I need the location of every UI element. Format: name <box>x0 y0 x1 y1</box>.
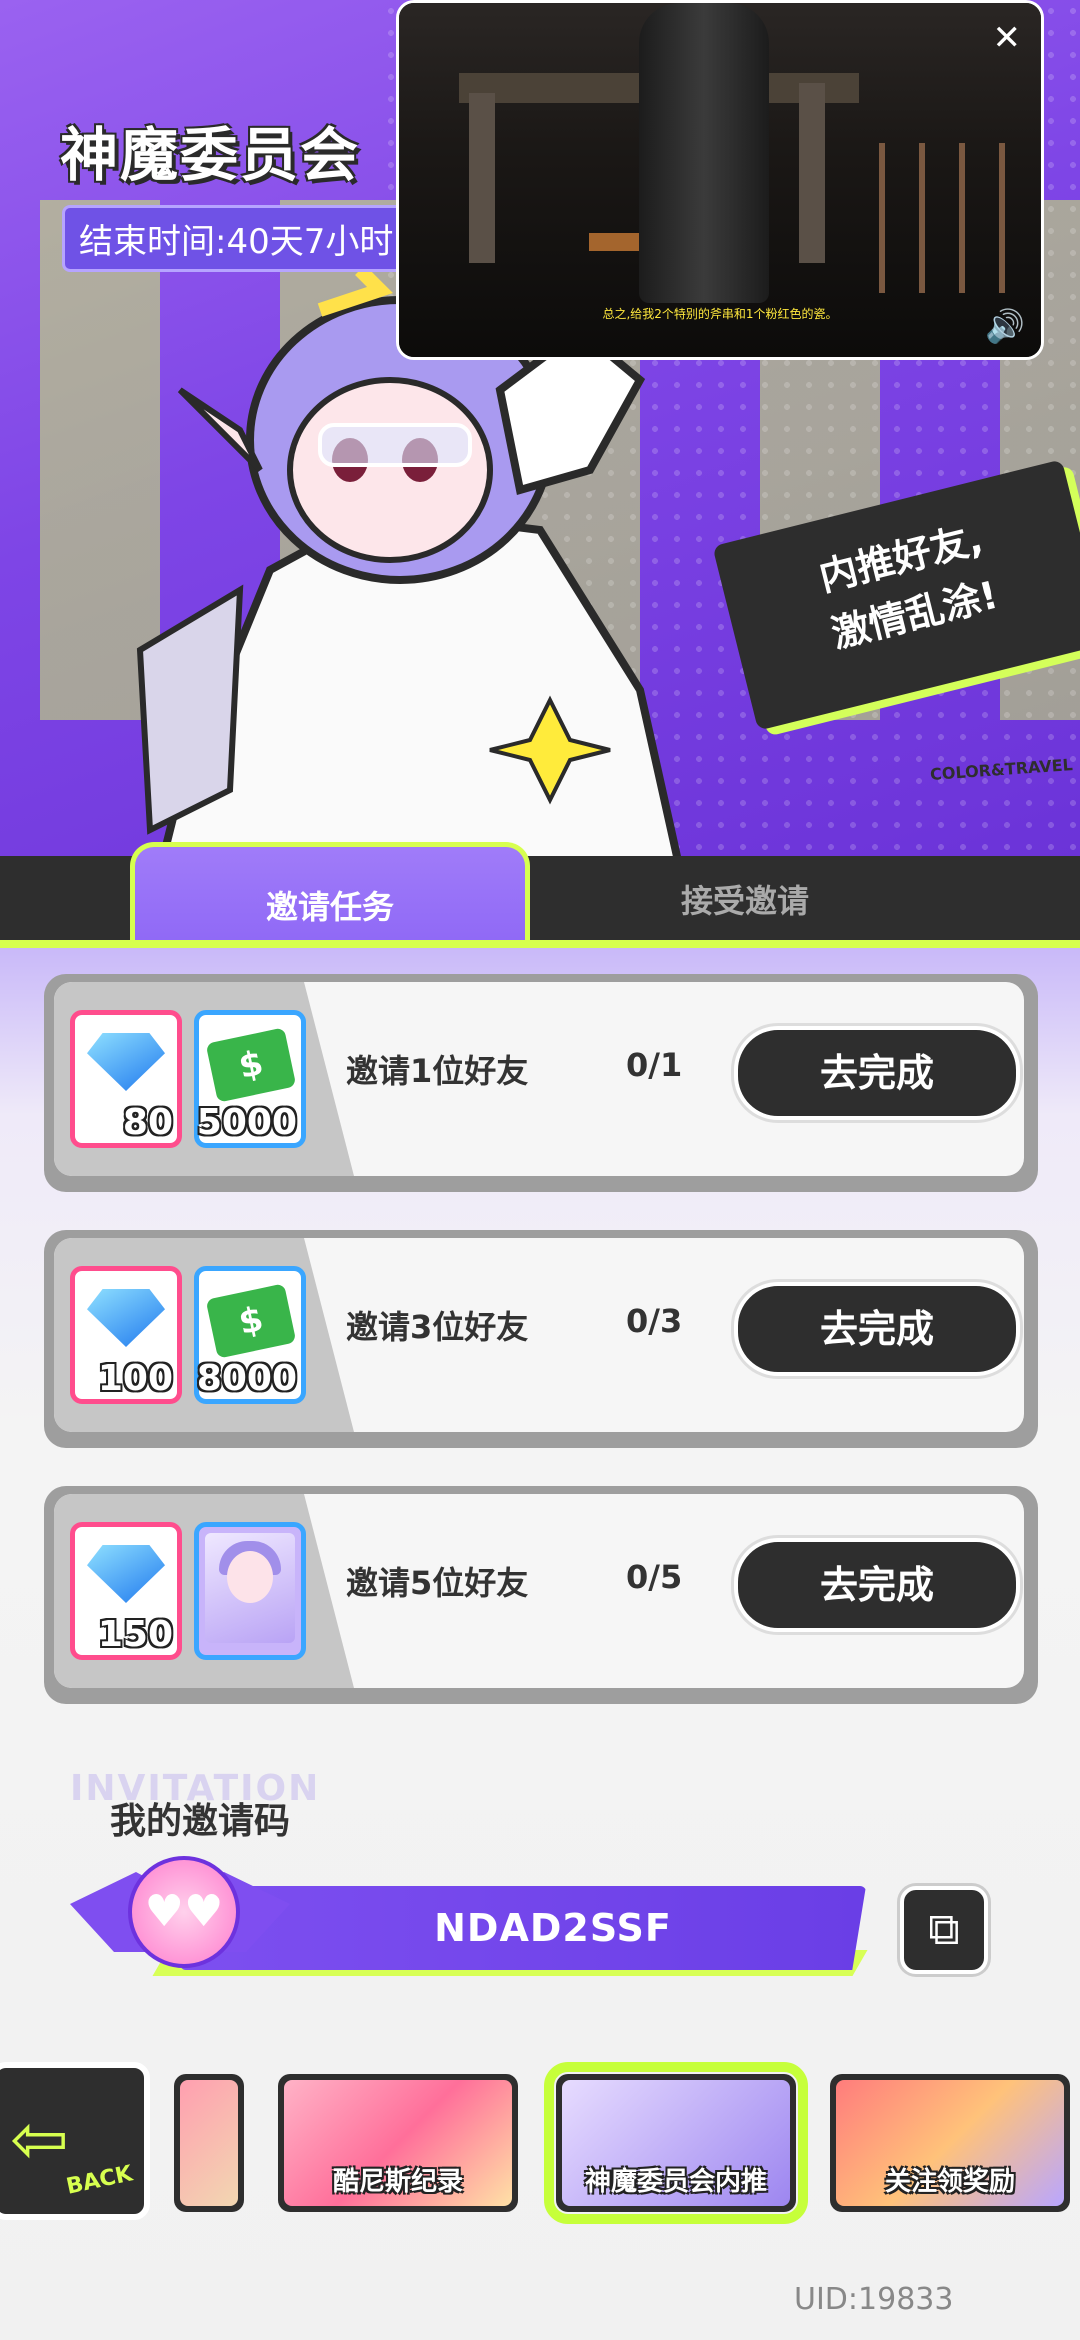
diamond-icon <box>87 1545 165 1603</box>
video-fence <box>879 143 1039 293</box>
cash-icon: $ <box>205 1283 297 1359</box>
tab-underline <box>0 940 1080 948</box>
task-progress: 0/3 <box>626 1302 683 1340</box>
character-portrait-icon <box>205 1533 295 1643</box>
task-card: 150 邀请5位好友 0/5 去完成 <box>44 1486 1038 1704</box>
task-card-inner: 150 邀请5位好友 0/5 去完成 <box>54 1494 1024 1688</box>
task-card-inner: 80 $ 5000 邀请1位好友 0/1 去完成 <box>54 982 1024 1176</box>
video-figure <box>639 3 769 303</box>
nav-card-label: 酷尼斯纪录 <box>332 2167 463 2197</box>
cash-icon: $ <box>205 1027 297 1103</box>
tab-bar: 邀请任务 接受邀请 <box>0 842 1080 946</box>
reward-amount: 150 <box>97 1614 173 1655</box>
back-button[interactable]: ⇦ BACK <box>0 2062 150 2220</box>
reward-amount: 5000 <box>196 1102 297 1143</box>
task-card: 80 $ 5000 邀请1位好友 0/1 去完成 <box>44 974 1038 1192</box>
go-complete-button[interactable]: 去完成 <box>734 1026 1020 1120</box>
reward-cash: $ 8000 <box>194 1266 306 1404</box>
reward-diamond: 150 <box>70 1522 182 1660</box>
video-ad-overlay[interactable]: 总之,给我2个特别的斧串和1个粉红色的瓷。 ✕ 🔊 <box>396 0 1044 360</box>
heart-badge-icon: ♥♥ <box>70 1842 290 1982</box>
heart-orb: ♥♥ <box>128 1856 240 1968</box>
hearts-icon: ♥♥ <box>144 1886 224 1937</box>
task-progress: 0/1 <box>626 1046 683 1084</box>
task-card: 100 $ 8000 邀请3位好友 0/3 去完成 <box>44 1230 1038 1448</box>
task-progress: 0/5 <box>626 1558 683 1596</box>
nav-card-follow-reward[interactable]: 关注领奖励 <box>830 2074 1070 2212</box>
video-caption: 总之,给我2个特别的斧串和1个粉红色的瓷。 <box>602 307 838 321</box>
reward-avatar <box>194 1522 306 1660</box>
nav-card-kunis[interactable]: 酷尼斯纪录 <box>278 2074 518 2212</box>
go-complete-button[interactable]: 去完成 <box>734 1538 1020 1632</box>
nav-card-committee[interactable]: 神魔委员会内推 <box>544 2062 808 2224</box>
back-arrow-icon: ⇦ <box>10 2098 69 2180</box>
reward-cash: $ 5000 <box>194 1010 306 1148</box>
back-label: BACK <box>64 2161 135 2200</box>
diamond-icon <box>87 1289 165 1347</box>
video-post <box>799 83 825 263</box>
nav-card-label: 关注领奖励 <box>884 2167 1015 2197</box>
nav-thumb <box>180 2080 238 2206</box>
task-card-inner: 100 $ 8000 邀请3位好友 0/3 去完成 <box>54 1238 1024 1432</box>
close-icon[interactable]: ✕ <box>993 21 1022 55</box>
task-label: 邀请1位好友 <box>346 1052 529 1090</box>
reward-amount: 100 <box>97 1358 173 1399</box>
reward-amount: 80 <box>122 1102 173 1143</box>
event-title: 神魔委员会 <box>60 121 361 189</box>
nav-card-label: 神魔委员会内推 <box>584 2167 767 2197</box>
tab-accept-invite[interactable]: 接受邀请 <box>560 856 930 946</box>
invitation-title: 我的邀请码 <box>110 1801 291 1842</box>
reward-diamond: 100 <box>70 1266 182 1404</box>
task-label: 邀请3位好友 <box>346 1308 529 1346</box>
nav-card-partial[interactable] <box>174 2074 244 2212</box>
user-id: UID:19833 <box>794 2282 954 2317</box>
reward-diamond: 80 <box>70 1010 182 1148</box>
tab-invite-tasks[interactable]: 邀请任务 <box>130 842 530 946</box>
copy-icon[interactable]: ⧉ <box>900 1886 988 1974</box>
speaker-icon[interactable]: 🔊 <box>985 307 1025 345</box>
task-label: 邀请5位好友 <box>346 1564 529 1602</box>
reward-amount: 8000 <box>196 1358 297 1399</box>
end-time-label: 结束时间:40天7小时 <box>62 205 411 272</box>
diamond-icon <box>87 1033 165 1091</box>
video-post <box>469 93 495 263</box>
portrait-face <box>227 1551 273 1603</box>
go-complete-button[interactable]: 去完成 <box>734 1282 1020 1376</box>
